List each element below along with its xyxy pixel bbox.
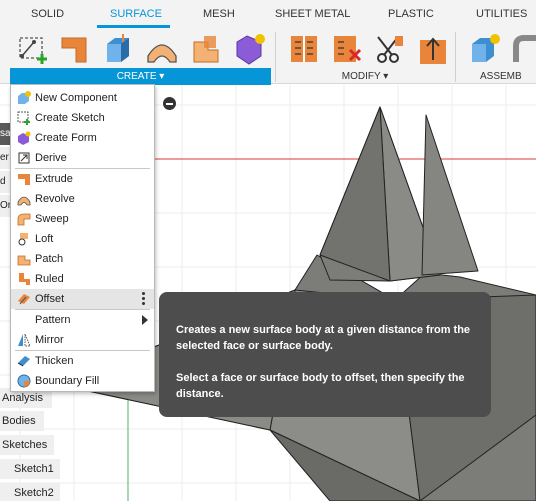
ribbon-tab-bar: SOLID SURFACE MESH SHEET METAL PLASTIC U… bbox=[0, 0, 536, 28]
tab-utilities[interactable]: UTILITIES bbox=[476, 8, 527, 20]
tab-sheet-metal[interactable]: SHEET METAL bbox=[275, 8, 350, 20]
loft-icon bbox=[18, 233, 28, 246]
menu-item-label: Thicken bbox=[35, 355, 74, 367]
menu-item-create-form[interactable]: Create Form bbox=[11, 128, 154, 148]
stitch-icon[interactable] bbox=[287, 32, 321, 66]
toolbar-separator bbox=[275, 32, 276, 82]
modify-menu-button[interactable]: MODIFY ▾ bbox=[280, 68, 450, 85]
new-component-icon[interactable] bbox=[468, 32, 502, 66]
menu-item-ruled[interactable]: Ruled bbox=[11, 269, 154, 289]
ribbon-toolbar: CREATE ▾ MODIFY ▾ ASSEMB bbox=[0, 28, 536, 85]
toolbar-separator bbox=[455, 32, 456, 82]
browser-item-sketch2[interactable]: Sketch2 bbox=[0, 483, 60, 501]
offset-tooltip: Creates a new surface body at a given di… bbox=[159, 292, 491, 417]
tooltip-description: Creates a new surface body at a given di… bbox=[176, 324, 471, 352]
menu-item-new-component[interactable]: New Component bbox=[11, 88, 154, 108]
menu-item-mirror[interactable]: Mirror bbox=[11, 330, 154, 350]
menu-item-label: Extrude bbox=[35, 173, 73, 185]
tab-plastic[interactable]: PLASTIC bbox=[388, 8, 434, 20]
menu-item-sweep[interactable]: Sweep bbox=[11, 209, 154, 229]
menu-item-label: Mirror bbox=[35, 334, 64, 346]
menu-item-label: Offset bbox=[35, 293, 65, 305]
menu-item-derive[interactable]: Derive bbox=[11, 148, 154, 168]
menu-item-thicken[interactable]: Thicken bbox=[11, 351, 154, 371]
joint-icon[interactable] bbox=[510, 32, 536, 66]
create-sketch-icon[interactable] bbox=[16, 32, 50, 66]
derive-icon bbox=[18, 152, 30, 164]
tab-surface[interactable]: SURFACE bbox=[110, 8, 162, 20]
menu-item-offset[interactable]: Offset bbox=[11, 289, 154, 309]
tab-mesh[interactable]: MESH bbox=[203, 8, 235, 20]
sweep-icon bbox=[17, 213, 31, 226]
submenu-arrow-icon bbox=[142, 315, 148, 325]
menu-item-loft[interactable]: Loft bbox=[11, 229, 154, 249]
menu-item-patch[interactable]: Patch bbox=[11, 249, 154, 269]
menu-item-extrude[interactable]: Extrude bbox=[11, 169, 154, 189]
menu-item-label: Patch bbox=[35, 253, 64, 265]
menu-item-label: Boundary Fill bbox=[35, 375, 100, 387]
boundary-fill-icon bbox=[17, 374, 31, 388]
mirror-icon bbox=[18, 333, 31, 347]
ruled-icon bbox=[19, 273, 30, 285]
revolve-icon bbox=[17, 196, 31, 206]
create-form-icon[interactable] bbox=[233, 32, 267, 66]
thicken-icon bbox=[17, 356, 30, 367]
menu-item-label: Derive bbox=[35, 152, 67, 164]
menu-item-create-sketch[interactable]: Create Sketch bbox=[11, 108, 154, 128]
create-form-icon bbox=[18, 131, 31, 145]
menu-item-label: Create Form bbox=[35, 132, 97, 144]
browser-item-bodies[interactable]: Bodies bbox=[0, 411, 44, 431]
extrude-icon[interactable] bbox=[58, 32, 92, 66]
patch-icon[interactable] bbox=[190, 32, 224, 66]
menu-item-label: New Component bbox=[35, 92, 117, 104]
box-icon[interactable] bbox=[101, 32, 135, 66]
extrude-icon bbox=[18, 174, 30, 185]
trim-icon[interactable] bbox=[373, 32, 407, 66]
create-dropdown-menu: New Component Create Sketch Create Form … bbox=[10, 84, 155, 392]
menu-item-label: Sweep bbox=[35, 213, 69, 225]
more-options-icon[interactable] bbox=[142, 292, 145, 306]
menu-item-label: Create Sketch bbox=[35, 112, 105, 124]
menu-item-pattern[interactable]: Pattern bbox=[11, 310, 154, 330]
assemble-menu-button[interactable]: ASSEMB bbox=[480, 68, 536, 85]
menu-item-label: Ruled bbox=[35, 273, 64, 285]
tooltip-instructions: Select a face or surface body to offset,… bbox=[176, 372, 465, 400]
extend-icon[interactable] bbox=[416, 32, 450, 66]
browser-item-sketches[interactable]: Sketches bbox=[0, 435, 54, 455]
revolve-icon[interactable] bbox=[145, 32, 179, 66]
offset-icon bbox=[18, 294, 30, 305]
browser-item-sketch1[interactable]: Sketch1 bbox=[0, 459, 60, 479]
new-component-icon bbox=[18, 91, 31, 104]
patch-icon bbox=[17, 255, 31, 266]
menu-item-label: Pattern bbox=[35, 314, 71, 326]
menu-item-label: Revolve bbox=[35, 193, 75, 205]
tab-solid[interactable]: SOLID bbox=[31, 8, 64, 20]
menu-item-label: Loft bbox=[35, 233, 54, 245]
create-sketch-icon bbox=[17, 111, 30, 125]
menu-item-revolve[interactable]: Revolve bbox=[11, 189, 154, 209]
collapse-icon[interactable] bbox=[163, 97, 176, 110]
create-menu-button[interactable]: CREATE ▾ bbox=[10, 68, 271, 85]
unstitch-icon[interactable] bbox=[330, 32, 364, 66]
menu-item-boundary-fill[interactable]: Boundary Fill bbox=[11, 371, 154, 391]
